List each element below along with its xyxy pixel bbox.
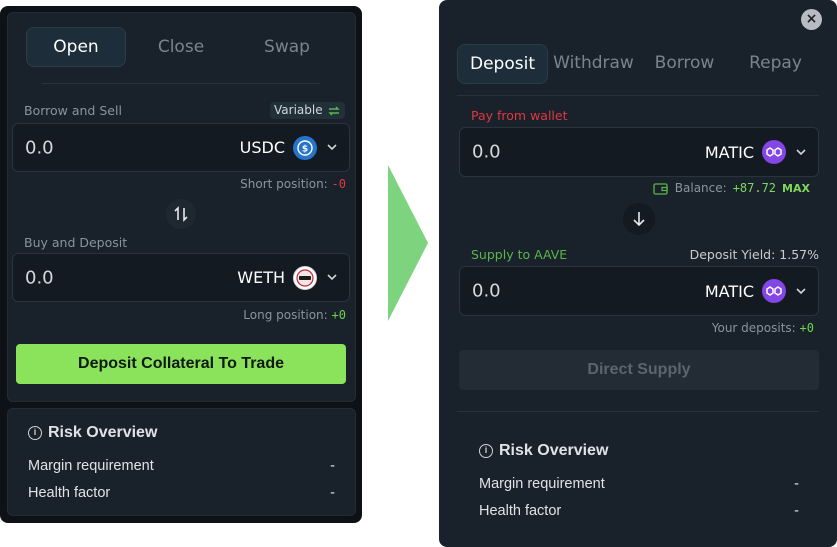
- supply-token-name: MATIC: [704, 281, 754, 301]
- borrow-label: Borrow and Sell: [24, 103, 122, 118]
- wallet-balance: Balance: +87.72 MAX: [640, 181, 810, 195]
- wallet-icon: [653, 182, 668, 195]
- deposit-yield: Deposit Yield: 1.57%: [689, 247, 819, 262]
- swap-arrows-icon: [174, 206, 188, 222]
- chevron-down-icon: [327, 141, 337, 154]
- risk-overview-header: i Risk Overview: [28, 424, 157, 442]
- balance-value: +87.72: [732, 181, 777, 195]
- tab-borrow[interactable]: Borrow: [639, 44, 730, 84]
- direct-supply-button[interactable]: Direct Supply: [459, 350, 819, 390]
- borrow-amount-input[interactable]: 0.0: [25, 137, 54, 158]
- margin-requirement-label: Margin requirement: [28, 458, 154, 474]
- long-position-value: +0: [331, 308, 346, 322]
- tab-withdraw[interactable]: Withdraw: [548, 44, 639, 84]
- chevron-down-icon: [796, 285, 806, 298]
- tab-deposit[interactable]: Deposit: [457, 44, 548, 84]
- flow-direction-indicator: [623, 203, 655, 235]
- margin-requirement-row: Margin requirement -: [479, 476, 799, 492]
- buy-amount-field[interactable]: 0.0 WETH: [12, 253, 350, 302]
- close-icon[interactable]: ×: [801, 9, 822, 30]
- health-factor-row: Health factor -: [479, 503, 799, 519]
- your-deposits-value: +0: [799, 321, 814, 335]
- short-position-note: Short position: -0: [200, 177, 346, 191]
- margin-requirement-value: -: [794, 476, 799, 492]
- tab-swap[interactable]: Swap: [237, 28, 337, 68]
- pay-from-wallet-label: Pay from wallet: [471, 108, 568, 123]
- buy-token-select[interactable]: WETH: [237, 265, 337, 290]
- info-icon: i: [28, 426, 42, 440]
- risk-overview-title: Risk Overview: [499, 442, 609, 459]
- transition-arrow: [388, 165, 428, 321]
- borrow-amount-field[interactable]: 0.0 USDC $: [12, 123, 350, 172]
- borrow-token-name: USDC: [239, 138, 285, 157]
- risk-overview-title: Risk Overview: [48, 424, 158, 441]
- health-factor-label: Health factor: [479, 503, 562, 519]
- tab-divider: [457, 95, 819, 96]
- rate-mode-toggle[interactable]: Variable: [270, 102, 345, 119]
- tab-close[interactable]: Close: [131, 28, 231, 68]
- margin-requirement-value: -: [330, 458, 335, 474]
- deposit-collateral-button[interactable]: Deposit Collateral To Trade: [16, 344, 346, 384]
- max-button[interactable]: MAX: [782, 182, 810, 195]
- pay-token-name: MATIC: [704, 142, 754, 162]
- supply-amount-input[interactable]: 0.0: [472, 281, 501, 302]
- your-deposits-note: Your deposits: +0: [640, 321, 814, 335]
- tab-divider: [42, 83, 320, 84]
- supply-token-select[interactable]: MATIC: [705, 279, 806, 303]
- pay-amount-input[interactable]: 0.0: [472, 142, 501, 163]
- balance-label: Balance:: [674, 181, 727, 195]
- borrow-token-select[interactable]: USDC $: [239, 135, 337, 160]
- health-factor-value: -: [330, 485, 335, 501]
- health-factor-row: Health factor -: [28, 485, 335, 501]
- risk-overview-header: i Risk Overview: [479, 442, 608, 460]
- margin-requirement-row: Margin requirement -: [28, 458, 335, 474]
- margin-requirement-label: Margin requirement: [479, 476, 605, 492]
- short-position-label: Short position:: [240, 177, 328, 191]
- chevron-down-icon: [796, 146, 806, 159]
- tab-open[interactable]: Open: [26, 27, 126, 67]
- arrow-down-icon: [633, 212, 645, 227]
- long-position-note: Long position: +0: [200, 308, 346, 322]
- buy-amount-input[interactable]: 0.0: [25, 267, 54, 288]
- supply-amount-field[interactable]: 0.0 MATIC: [459, 266, 819, 316]
- supply-to-aave-label: Supply to AAVE: [471, 247, 568, 262]
- health-factor-value: -: [794, 503, 799, 519]
- svg-text:$: $: [302, 144, 308, 154]
- short-position-value: -0: [331, 177, 346, 191]
- buy-label: Buy and Deposit: [24, 235, 128, 250]
- pay-amount-field[interactable]: 0.0 MATIC: [459, 127, 819, 177]
- weth-icon: [293, 265, 317, 290]
- usdc-icon: $: [293, 135, 317, 160]
- buy-token-name: WETH: [237, 268, 285, 287]
- refresh-icon: [327, 106, 340, 115]
- chevron-down-icon: [327, 271, 337, 284]
- info-icon: i: [479, 444, 493, 458]
- tab-repay[interactable]: Repay: [730, 44, 821, 84]
- long-position-label: Long position:: [243, 308, 328, 322]
- matic-icon: [762, 140, 786, 164]
- section-divider: [457, 411, 819, 412]
- matic-icon: [762, 279, 786, 303]
- health-factor-label: Health factor: [28, 485, 111, 501]
- swap-direction-button[interactable]: [166, 199, 196, 229]
- pay-token-select[interactable]: MATIC: [705, 140, 806, 164]
- your-deposits-label: Your deposits:: [711, 321, 796, 335]
- rate-mode-label: Variable: [274, 103, 323, 117]
